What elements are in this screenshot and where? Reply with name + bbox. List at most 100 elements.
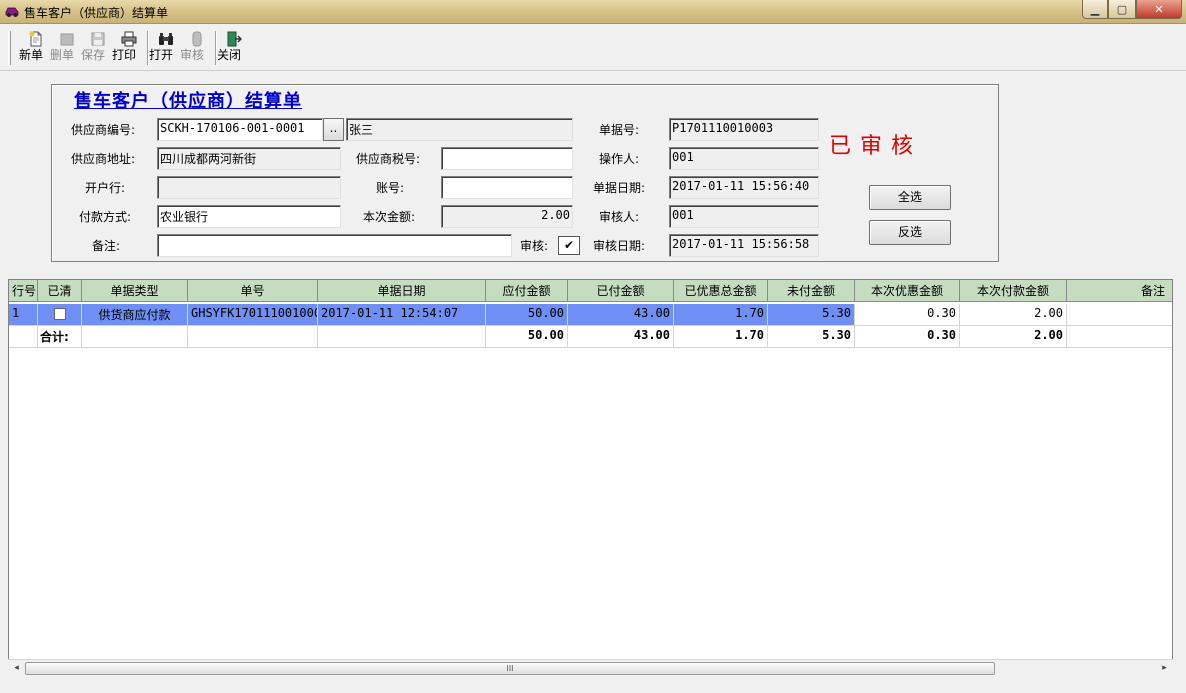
print-label: 打印: [112, 48, 137, 62]
col-header-cur-discount[interactable]: 本次优惠金额: [855, 280, 960, 302]
toolbar: 新单 删单 保存 打印 打开 审核 关闭: [0, 25, 1186, 71]
close-icon: ✕: [1154, 2, 1164, 16]
bank-label: 开户行:: [85, 181, 126, 195]
scroll-left-icon: ◂: [14, 663, 19, 673]
toolbar-grip: [8, 31, 11, 65]
remark-field[interactable]: [157, 234, 512, 257]
delete-icon: [60, 33, 74, 46]
col-header-remark[interactable]: 备注: [1067, 280, 1172, 302]
table-row[interactable]: 1 供货商应付款 GHSYFK1701110010003 2017-01-11 …: [9, 304, 1172, 326]
horizontal-scrollbar[interactable]: ◂ III ▸: [8, 659, 1173, 676]
total-paid: 43.00: [568, 326, 674, 348]
auditor-label: 审核人:: [599, 210, 640, 224]
cell-doc-type[interactable]: 供货商应付款: [82, 304, 188, 326]
maximize-icon: ▢: [1116, 2, 1128, 16]
cell-cur-discount[interactable]: 0.30: [855, 304, 960, 326]
doc-no-field[interactable]: P1701110010003: [669, 118, 819, 141]
cell-doc-date[interactable]: 2017-01-11 12:54:07: [318, 304, 486, 326]
supplier-address-field[interactable]: 四川成都两河新街: [157, 147, 341, 170]
amount-field[interactable]: 2.00: [441, 205, 573, 228]
scroll-right-button[interactable]: ▸: [1156, 660, 1173, 677]
doc-no-label: 单据号:: [599, 123, 640, 137]
total-doc-no: [188, 326, 318, 348]
new-label: 新单: [19, 48, 44, 62]
supplier-name-field[interactable]: 张三: [346, 118, 573, 141]
browse-supplier-button[interactable]: ..: [323, 118, 344, 141]
supplier-code-field[interactable]: SCKH-170106-001-0001: [157, 118, 323, 141]
col-header-doc-type[interactable]: 单据类型: [82, 280, 188, 302]
col-header-cleared[interactable]: 已清: [38, 280, 82, 302]
cell-paid[interactable]: 43.00: [568, 304, 674, 326]
cell-remark[interactable]: [1067, 304, 1172, 326]
col-header-doc-no[interactable]: 单号: [188, 280, 318, 302]
col-header-paid[interactable]: 已付金额: [568, 280, 674, 302]
minimize-button[interactable]: ▁: [1082, 0, 1108, 19]
car-app-icon: [5, 7, 19, 17]
save-label: 保存: [81, 48, 106, 62]
col-header-cur-payment[interactable]: 本次付款金额: [960, 280, 1067, 302]
printer-icon: [121, 31, 137, 47]
scroll-left-button[interactable]: ◂: [8, 660, 25, 677]
auditor-field[interactable]: 001: [669, 205, 819, 228]
total-cur-payment: 2.00: [960, 326, 1067, 348]
select-all-button[interactable]: 全选: [869, 185, 951, 210]
total-payable: 50.00: [486, 326, 568, 348]
scrollbar-thumb[interactable]: III: [25, 662, 995, 675]
audit-icon: [192, 31, 202, 47]
open-button[interactable]: 打开: [149, 31, 181, 67]
total-label: 合计:: [38, 326, 82, 348]
col-header-discount-total[interactable]: 已优惠总金额: [674, 280, 768, 302]
audit-label: 审核: [180, 48, 205, 62]
cell-doc-no[interactable]: GHSYFK1701110010003: [188, 304, 318, 326]
pay-method-field[interactable]: 农业银行: [157, 205, 341, 228]
audit-button[interactable]: 审核: [180, 31, 212, 67]
close-window-button[interactable]: ✕: [1136, 0, 1182, 19]
tax-no-label: 供应商税号:: [356, 152, 421, 166]
close-label: 关闭: [217, 48, 242, 62]
col-header-row-no[interactable]: 行号: [9, 280, 38, 302]
scroll-right-icon: ▸: [1162, 663, 1167, 673]
cell-row-no[interactable]: 1: [9, 304, 38, 326]
audit-checkbox[interactable]: ✔: [558, 236, 580, 255]
cell-unpaid[interactable]: 5.30: [768, 304, 855, 326]
cell-discount-total[interactable]: 1.70: [674, 304, 768, 326]
total-doc-date: [318, 326, 486, 348]
invert-selection-button[interactable]: 反选: [869, 220, 951, 245]
close-button[interactable]: 关闭: [217, 31, 249, 67]
bank-field[interactable]: [157, 176, 341, 199]
scrollbar-grip: III: [506, 664, 514, 673]
total-unpaid: 5.30: [768, 326, 855, 348]
cell-cur-payment[interactable]: 2.00: [960, 304, 1067, 326]
operator-field[interactable]: 001: [669, 147, 819, 170]
audited-status-stamp: 已审核: [829, 134, 923, 159]
delete-button[interactable]: 删单: [50, 31, 82, 67]
settlement-grid[interactable]: 行号 已清 单据类型 单号 单据日期 应付金额 已付金额 已优惠总金额 未付金额…: [8, 279, 1173, 675]
audit-date-label: 审核日期:: [593, 239, 646, 253]
col-header-payable[interactable]: 应付金额: [486, 280, 568, 302]
title-bar: 售车客户（供应商）结算单 ▁ ▢ ✕: [0, 0, 1186, 24]
window-title: 售车客户（供应商）结算单: [24, 6, 169, 20]
minimize-icon: ▁: [1090, 2, 1100, 16]
account-field[interactable]: [441, 176, 573, 199]
pay-method-label: 付款方式:: [79, 210, 132, 224]
save-button[interactable]: 保存: [81, 31, 113, 67]
cell-cleared[interactable]: [38, 304, 82, 326]
print-button[interactable]: 打印: [112, 31, 144, 67]
tax-no-field[interactable]: [441, 147, 573, 170]
cleared-checkbox[interactable]: [53, 308, 66, 320]
col-header-doc-date[interactable]: 单据日期: [318, 280, 486, 302]
binoculars-icon: [159, 33, 173, 45]
new-button[interactable]: 新单: [19, 31, 51, 67]
form-title: 售车客户（供应商）结算单: [74, 91, 302, 112]
cell-payable[interactable]: 50.00: [486, 304, 568, 326]
total-cur-discount: 0.30: [855, 326, 960, 348]
doc-date-field[interactable]: 2017-01-11 15:56:40: [669, 176, 819, 199]
maximize-button[interactable]: ▢: [1108, 0, 1136, 19]
exit-door-icon: [227, 31, 242, 47]
audit-date-field[interactable]: 2017-01-11 15:56:58: [669, 234, 819, 257]
delete-label: 删单: [50, 48, 75, 62]
col-header-unpaid[interactable]: 未付金额: [768, 280, 855, 302]
supplier-code-label: 供应商编号:: [71, 123, 136, 137]
total-discount-total: 1.70: [674, 326, 768, 348]
operator-label: 操作人:: [599, 152, 640, 166]
